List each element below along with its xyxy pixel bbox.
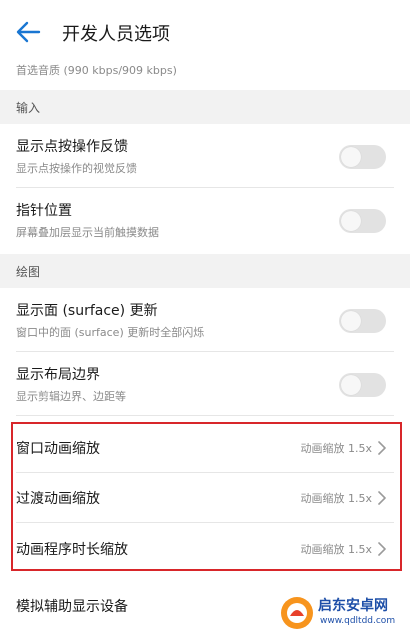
watermark-url: www.qdltdd.com — [320, 616, 396, 626]
layout-bounds-toggle[interactable] — [339, 373, 386, 397]
setting-title: 显示点按操作反馈 — [16, 139, 128, 155]
setting-title: 显示面 (surface) 更新 — [16, 303, 158, 319]
setting-value: 动画缩放 1.5x — [300, 442, 373, 455]
setting-row-animator-duration-scale[interactable]: 动画程序时长缩放 动画缩放 1.5x — [0, 524, 410, 574]
setting-subtitle: 窗口中的面 (surface) 更新时全部闪烁 — [16, 326, 205, 339]
setting-title: 指针位置 — [16, 203, 72, 219]
setting-subtitle: 显示剪辑边界、边距等 — [16, 390, 126, 403]
chevron-right-icon — [378, 441, 386, 455]
show-taps-toggle[interactable] — [339, 145, 386, 169]
app-bar: 开发人员选项 — [0, 0, 410, 62]
section-label: 输入 — [16, 101, 41, 115]
surface-updates-toggle[interactable] — [339, 309, 386, 333]
toggle-knob — [341, 375, 361, 395]
chevron-right-icon — [378, 542, 386, 556]
watermark-logo-icon — [281, 597, 313, 629]
audio-quality-subtitle: 首选音质 (990 kbps/909 kbps) — [16, 64, 177, 77]
section-header-drawing: 绘图 — [0, 254, 410, 288]
setting-title: 窗口动画缩放 — [16, 441, 100, 457]
setting-row-layout-bounds[interactable]: 显示布局边界 显示剪辑边界、边距等 — [0, 352, 410, 416]
toggle-knob — [341, 311, 361, 331]
toggle-knob — [341, 211, 361, 231]
setting-row-window-animation-scale[interactable]: 窗口动画缩放 动画缩放 1.5x — [0, 423, 410, 473]
divider — [16, 522, 394, 523]
setting-title: 显示布局边界 — [16, 367, 100, 383]
watermark-name: 启东安卓网 — [318, 598, 388, 614]
watermark: 启东安卓网 www.qdltdd.com — [278, 592, 410, 634]
setting-value: 动画缩放 1.5x — [300, 492, 373, 505]
divider — [16, 415, 394, 416]
setting-title: 动画程序时长缩放 — [16, 542, 128, 558]
toggle-knob — [341, 147, 361, 167]
back-button[interactable] — [12, 15, 46, 49]
chevron-right-icon — [378, 491, 386, 505]
pointer-location-toggle[interactable] — [339, 209, 386, 233]
page-title: 开发人员选项 — [62, 24, 170, 45]
audio-quality-row[interactable]: 首选音质 (990 kbps/909 kbps) — [0, 56, 410, 90]
setting-row-transition-animation-scale[interactable]: 过渡动画缩放 动画缩放 1.5x — [0, 473, 410, 523]
setting-title: 模拟辅助显示设备 — [16, 599, 128, 615]
setting-subtitle: 显示点按操作的视觉反馈 — [16, 162, 137, 175]
setting-title: 过渡动画缩放 — [16, 491, 100, 507]
setting-subtitle: 屏幕叠加层显示当前触摸数据 — [16, 226, 159, 239]
arrow-left-icon — [16, 21, 41, 43]
section-header-input: 输入 — [0, 90, 410, 124]
setting-row-pointer-location[interactable]: 指针位置 屏幕叠加层显示当前触摸数据 — [0, 188, 410, 252]
setting-row-surface-updates[interactable]: 显示面 (surface) 更新 窗口中的面 (surface) 更新时全部闪烁 — [0, 288, 410, 352]
section-label: 绘图 — [16, 265, 41, 279]
setting-value: 动画缩放 1.5x — [300, 543, 373, 556]
setting-row-show-taps[interactable]: 显示点按操作反馈 显示点按操作的视觉反馈 — [0, 124, 410, 188]
